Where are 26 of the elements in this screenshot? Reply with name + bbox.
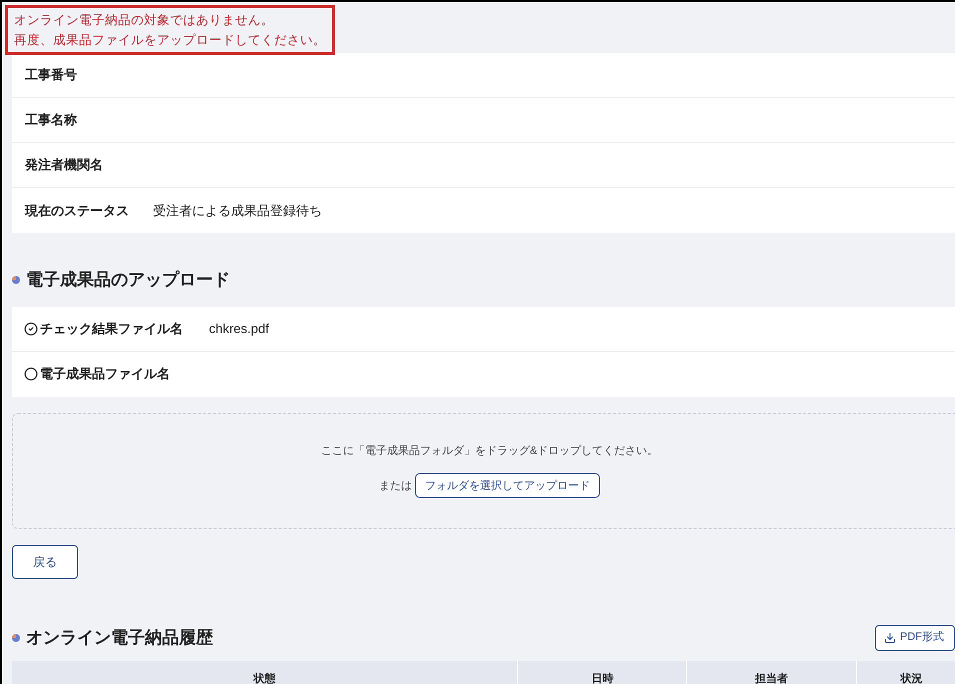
- drop-instruction: ここに「電子成果品フォルダ」をドラッグ&ドロップしてください。: [320, 444, 658, 459]
- error-message: オンライン電子納品の対象ではありません。 再度、成果品ファイルをアップロードしてください。: [5, 5, 335, 55]
- or-text: または: [379, 478, 412, 494]
- circle-icon: [24, 367, 38, 381]
- table-header-cell: 状況: [857, 660, 955, 684]
- info-value: 受注者による成果品登録待ち: [153, 202, 322, 220]
- section-heading: オンライン電子納品履歴: [26, 626, 213, 649]
- file-label: チェック結果ファイル名: [40, 320, 183, 338]
- table-header-cell: 日時: [518, 660, 688, 684]
- file-name: chkres.pdf: [209, 320, 269, 338]
- table-header-cell: 担当者: [687, 660, 858, 684]
- info-label: 現在のステータス: [25, 202, 129, 220]
- file-label: 電子成果品ファイル名: [40, 365, 170, 384]
- table-header-cell: 状態: [12, 660, 518, 684]
- bullet-dot-icon: [12, 634, 20, 642]
- check-circle-icon: [24, 322, 38, 336]
- pdf-download-button[interactable]: PDF形式: [875, 624, 955, 650]
- section-heading: 電子成果品のアップロード: [26, 269, 230, 291]
- info-label: 工事番号: [25, 66, 77, 84]
- download-icon: [884, 632, 896, 644]
- back-button[interactable]: 戻る: [12, 544, 78, 578]
- info-label: 発注者機関名: [25, 156, 103, 174]
- select-folder-button[interactable]: フォルダを選択してアップロード: [415, 473, 600, 498]
- info-label: 工事名称: [25, 111, 77, 130]
- drop-zone[interactable]: ここに「電子成果品フォルダ」をドラッグ&ドロップしてください。 または フォルダを選択してアップロード: [12, 412, 955, 528]
- bullet-dot-icon: [12, 276, 20, 284]
